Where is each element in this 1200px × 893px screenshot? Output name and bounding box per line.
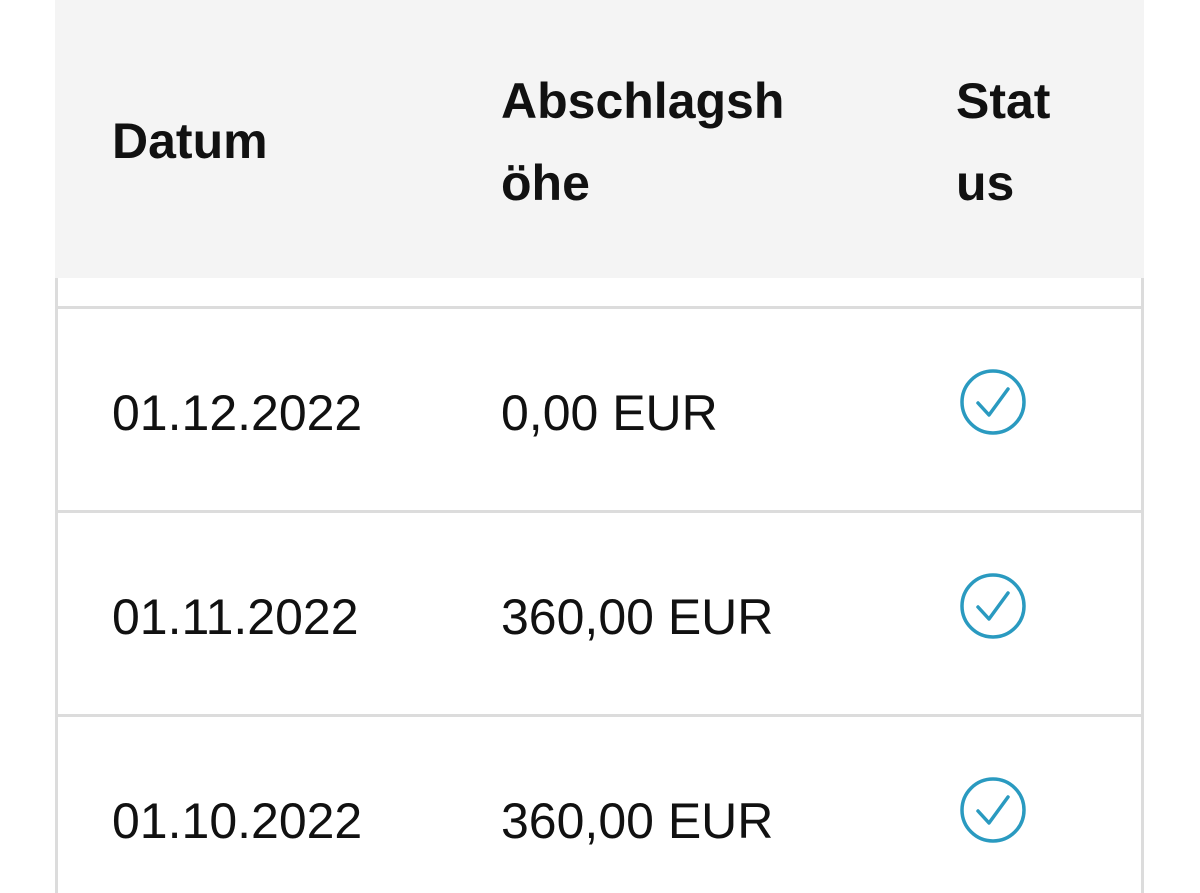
- header-spacer: [55, 278, 1144, 306]
- column-header-datum: Datum: [112, 100, 268, 182]
- column-header-status: Stat us: [956, 60, 1050, 224]
- table-row: 01.12.2022 0,00 EUR: [55, 306, 1144, 510]
- table-header: Datum Abschlagsh öhe Stat us: [55, 0, 1144, 278]
- column-header-status-line-2: us: [956, 155, 1015, 211]
- column-header-amount-line-2: öhe: [501, 155, 590, 211]
- column-header-amount: Abschlagsh öhe: [501, 60, 784, 224]
- row-date: 01.12.2022: [112, 385, 363, 441]
- table-row: 01.11.2022 360,00 EUR: [55, 510, 1144, 714]
- column-header-amount-line-1: Abschlagsh: [501, 73, 785, 129]
- check-circle-icon: [960, 777, 1026, 843]
- row-amount: 360,00 EUR: [501, 793, 774, 849]
- table-row: 01.10.2022 360,00 EUR: [55, 714, 1144, 893]
- column-header-status-line-1: Stat: [956, 73, 1051, 129]
- check-circle-icon: [960, 369, 1026, 435]
- row-date: 01.11.2022: [112, 589, 359, 645]
- row-date: 01.10.2022: [112, 793, 363, 849]
- check-circle-icon: [960, 573, 1026, 639]
- row-amount: 0,00 EUR: [501, 385, 718, 441]
- column-header-datum-label: Datum: [112, 113, 268, 169]
- payment-table: Datum Abschlagsh öhe Stat us 01.12.2022 …: [55, 0, 1144, 893]
- row-amount: 360,00 EUR: [501, 589, 774, 645]
